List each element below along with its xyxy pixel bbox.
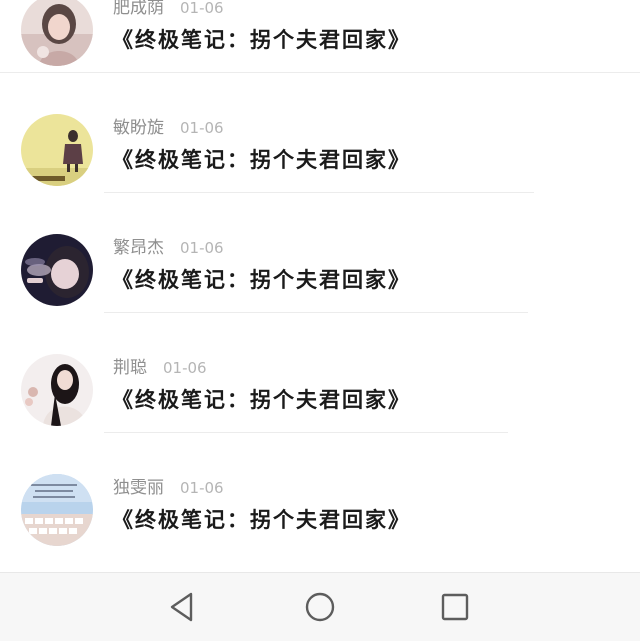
girl-smoking-avatar-icon	[21, 234, 93, 306]
comment-date: 01-06	[180, 0, 224, 17]
girl-white-coat-avatar-icon	[21, 354, 93, 426]
comment-meta: 独雯丽 01-06	[113, 475, 224, 501]
triangle-back-icon	[170, 592, 193, 622]
list-item[interactable]: 肥成荫 01-06 《终极笔记：拐个夫君回家》	[0, 0, 640, 100]
girl-portrait-avatar-icon	[21, 0, 93, 66]
book-title[interactable]: 《终极笔记：拐个夫君回家》	[112, 380, 411, 420]
comment-list: 肥成荫 01-06 《终极笔记：拐个夫君回家》 敏盼旋 01-06 《终极笔记：拐个…	[0, 0, 640, 572]
comment-date: 01-06	[180, 479, 224, 497]
system-navigation-bar	[0, 572, 640, 641]
square-recents-icon	[441, 593, 469, 621]
list-item[interactable]: 敏盼旋 01-06 《终极笔记：拐个夫君回家》	[0, 100, 640, 220]
user-name[interactable]: 敏盼旋	[113, 118, 164, 138]
user-name[interactable]: 肥成荫	[113, 0, 164, 18]
back-button[interactable]	[164, 589, 200, 625]
user-name[interactable]: 荆聪	[113, 358, 147, 378]
home-button[interactable]	[302, 589, 338, 625]
comment-date: 01-06	[180, 119, 224, 137]
circle-home-icon	[305, 592, 335, 622]
avatar[interactable]	[21, 474, 93, 546]
user-name[interactable]: 独雯丽	[113, 478, 164, 498]
comment-meta: 繁昂杰 01-06	[113, 235, 224, 261]
avatar[interactable]	[21, 0, 93, 66]
list-item[interactable]: 荆聪 01-06 《终极笔记：拐个夫君回家》	[0, 340, 640, 460]
list-item[interactable]: 繁昂杰 01-06 《终极笔记：拐个夫君回家》	[0, 220, 640, 340]
comment-meta: 敏盼旋 01-06	[113, 115, 224, 141]
girl-yellow-background-avatar-icon	[21, 114, 93, 186]
recents-button[interactable]	[437, 589, 473, 625]
comment-meta: 荆聪 01-06	[113, 355, 207, 381]
comment-date: 01-06	[180, 239, 224, 257]
book-title[interactable]: 《终极笔记：拐个夫君回家》	[112, 500, 411, 540]
divider	[104, 432, 508, 433]
list-item[interactable]: 独雯丽 01-06 《终极笔记：拐个夫君回家》	[0, 460, 640, 572]
book-title[interactable]: 《终极笔记：拐个夫君回家》	[112, 140, 411, 180]
divider	[104, 192, 534, 193]
avatar[interactable]	[21, 114, 93, 186]
avatar[interactable]	[21, 234, 93, 306]
comment-date: 01-06	[163, 359, 207, 377]
divider	[104, 312, 528, 313]
avatar[interactable]	[21, 354, 93, 426]
divider	[0, 72, 640, 73]
keyboard-text-avatar-icon	[21, 474, 93, 546]
book-title[interactable]: 《终极笔记：拐个夫君回家》	[112, 260, 411, 300]
comment-meta: 肥成荫 01-06	[113, 0, 224, 21]
book-title[interactable]: 《终极笔记：拐个夫君回家》	[112, 20, 411, 60]
user-name[interactable]: 繁昂杰	[113, 238, 164, 258]
